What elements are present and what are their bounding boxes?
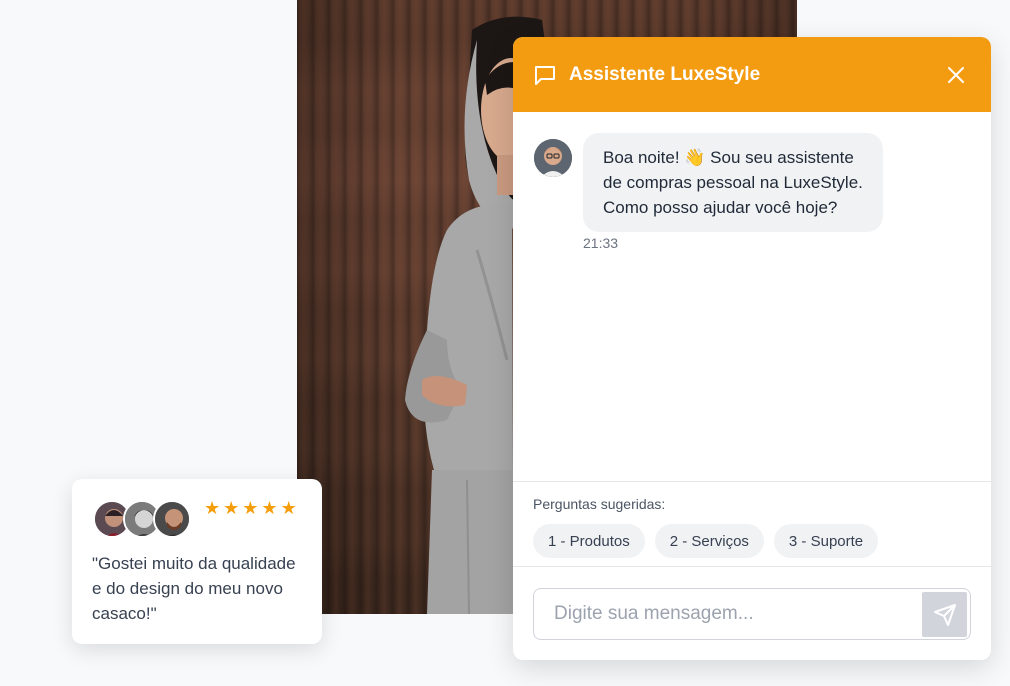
suggestion-chip-suporte[interactable]: 3 - Suporte xyxy=(773,524,879,558)
message-composer xyxy=(533,588,971,640)
message-input[interactable] xyxy=(534,589,922,639)
customer-avatars xyxy=(93,500,191,538)
message-square-icon xyxy=(533,63,557,87)
suggestion-chip-servicos[interactable]: 2 - Serviços xyxy=(654,524,764,558)
suggestion-chip-produtos[interactable]: 1 - Produtos xyxy=(533,524,645,558)
chat-header: Assistente LuxeStyle xyxy=(513,37,991,112)
send-icon xyxy=(933,603,956,626)
assistant-message: Boa noite! 👋 Sou seu assistente de compr… xyxy=(583,133,883,232)
suggestions-label: Perguntas sugeridas: xyxy=(533,496,666,512)
message-timestamp: 21:33 xyxy=(583,235,619,251)
message-input-wrapper xyxy=(533,588,971,640)
message-list: Boa noite! 👋 Sou seu assistente de compr… xyxy=(513,112,991,481)
star-icon: ★ xyxy=(204,498,221,518)
suggestion-chips: 1 - Produtos 2 - Serviços 3 - Suporte xyxy=(533,524,971,558)
chat-title: Assistente LuxeStyle xyxy=(569,63,761,85)
review-card: ★ ★ ★ ★ ★ "Gostei muito da qualidade e d… xyxy=(72,479,322,644)
star-icon: ★ xyxy=(242,498,259,518)
avatar xyxy=(153,500,191,538)
star-icon: ★ xyxy=(223,498,240,518)
star-icon: ★ xyxy=(261,498,278,518)
chat-widget: Assistente LuxeStyle Boa noite! 👋 Sou se… xyxy=(513,37,991,660)
close-icon xyxy=(948,66,964,83)
star-icon: ★ xyxy=(280,498,297,518)
close-button[interactable] xyxy=(941,60,971,90)
rating-stars: ★ ★ ★ ★ ★ xyxy=(204,499,297,517)
suggested-questions: Perguntas sugeridas: 1 - Produtos 2 - Se… xyxy=(513,481,991,567)
review-quote: "Gostei muito da qualidade e do design d… xyxy=(92,554,296,623)
assistant-avatar xyxy=(534,139,572,177)
send-button[interactable] xyxy=(922,592,967,637)
